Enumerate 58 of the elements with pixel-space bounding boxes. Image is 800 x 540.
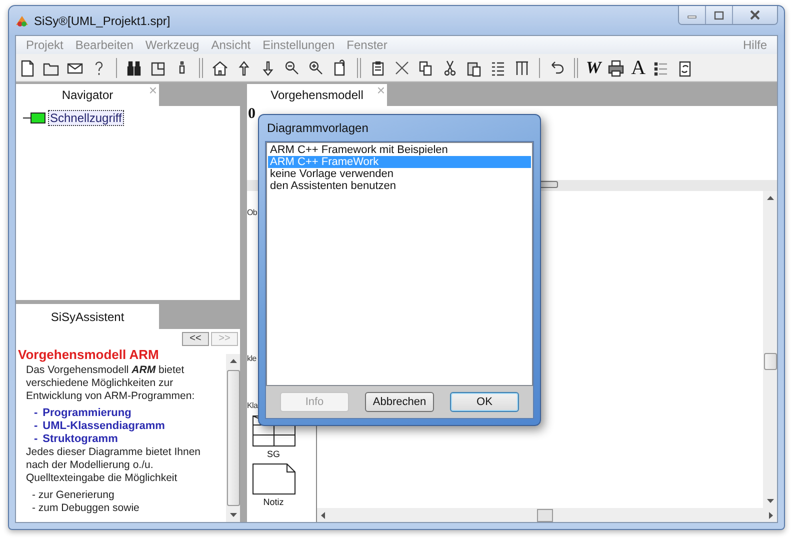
list-dash: - bbox=[34, 420, 38, 433]
dialog-button[interactable]: Abbrechen bbox=[365, 392, 434, 412]
maximize-icon bbox=[714, 10, 724, 20]
list-dash: - bbox=[34, 407, 38, 420]
scroll-down-icon[interactable] bbox=[230, 513, 236, 517]
scroll-down-icon[interactable] bbox=[766, 499, 774, 503]
list-item: - zur Generierung bbox=[32, 489, 116, 502]
scroll-up-icon[interactable] bbox=[230, 359, 236, 363]
diagram-link[interactable]: Struktogramm bbox=[42, 433, 118, 446]
palette-label: kle bbox=[247, 354, 256, 363]
list-item[interactable]: ARM C++ Framework mit Beispielen bbox=[268, 144, 531, 156]
diagram-link[interactable]: Programmierung bbox=[42, 407, 132, 420]
home-icon[interactable] bbox=[211, 58, 229, 76]
window-title: SiSy®[UML_Projekt1.spr] bbox=[34, 14, 170, 28]
close-button[interactable] bbox=[733, 6, 777, 24]
font-button[interactable]: A bbox=[631, 58, 646, 76]
vertical-scrollbar[interactable] bbox=[763, 191, 777, 508]
body-paragraph: Jedes dieser Diagramme bietet Ihnen nach der Modellierung o./u. Quelltexteingabe die Möglichkeit bbox=[26, 446, 202, 485]
printer-icon[interactable] bbox=[607, 58, 626, 76]
horizontal-scrollbar[interactable] bbox=[317, 508, 777, 522]
diagram-link[interactable]: UML-Klassendiagramm bbox=[42, 420, 165, 433]
scroll-right-icon[interactable] bbox=[769, 512, 773, 518]
scroll-thumb[interactable] bbox=[764, 352, 776, 370]
assistant-heading: Vorgehensmodell ARM bbox=[18, 348, 160, 361]
palette-label: Ob bbox=[247, 208, 258, 217]
app-logo-icon bbox=[15, 14, 29, 26]
note-icon[interactable] bbox=[252, 463, 296, 495]
tree-item[interactable]: Schnellzugriff bbox=[48, 110, 124, 126]
dialog-button[interactable]: OK bbox=[450, 392, 519, 412]
list-dash: - bbox=[34, 433, 38, 446]
maximize-button[interactable] bbox=[706, 6, 733, 24]
list-item: - zum Debuggen sowie bbox=[32, 502, 140, 515]
back-button[interactable]: << bbox=[182, 332, 209, 346]
scroll-up-icon[interactable] bbox=[766, 196, 774, 200]
minimize-button[interactable] bbox=[679, 6, 706, 24]
template-list[interactable]: ARM C++ Framework mit Beispielen ARM C++ FrameWork keine Vorlage verwenden den Assistenten benutzen bbox=[266, 142, 533, 386]
columns-icon[interactable] bbox=[513, 58, 531, 76]
dialog-title: Diagrammvorlagen bbox=[266, 120, 370, 137]
canvas-label: 0 bbox=[247, 106, 256, 122]
node-icon bbox=[22, 112, 46, 124]
editor-tab[interactable]: Vorgehensmodell × bbox=[247, 84, 387, 106]
navigator-tab[interactable]: Navigator × bbox=[16, 84, 159, 106]
list-item[interactable]: keine Vorlage verwenden bbox=[268, 168, 531, 180]
binoculars-icon[interactable] bbox=[125, 58, 143, 76]
intro-paragraph: Das Vorgehensmodell ARM bietet verschiedene Möglichkeiten zur Entwicklung von ARM-Programmen: bbox=[26, 364, 196, 403]
scroll-left-icon[interactable] bbox=[321, 512, 325, 518]
assistant-tab[interactable]: SiSyAssistent bbox=[16, 304, 159, 329]
word-button[interactable]: W bbox=[586, 58, 602, 76]
vertical-scrollbar[interactable] bbox=[226, 354, 240, 522]
palette-item-label: Notiz bbox=[263, 497, 284, 507]
close-icon bbox=[749, 10, 761, 20]
zoom-in-icon[interactable] bbox=[307, 58, 325, 76]
palette-item-label: SG bbox=[266, 449, 280, 459]
palette-label: Kla bbox=[247, 401, 258, 410]
scroll-thumb[interactable] bbox=[226, 370, 240, 506]
delete-icon[interactable] bbox=[393, 58, 411, 76]
zoom-out-icon[interactable] bbox=[283, 58, 301, 76]
scroll-thumb[interactable] bbox=[537, 508, 553, 522]
